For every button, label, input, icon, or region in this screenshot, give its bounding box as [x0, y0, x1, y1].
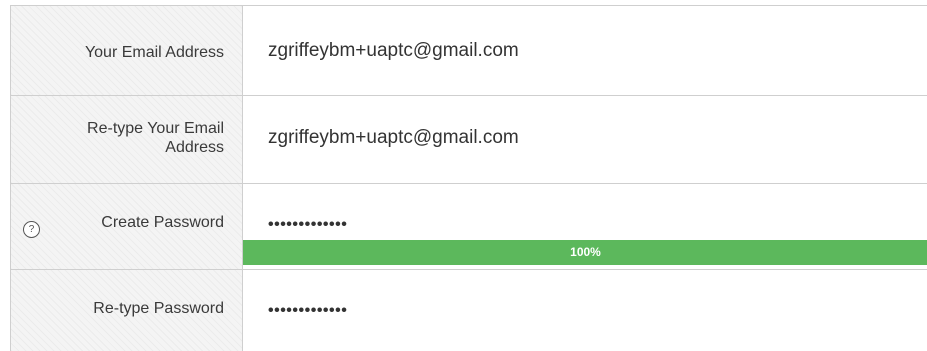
email-field[interactable]: zgriffeybm+uaptc@gmail.com	[243, 6, 927, 95]
retype-password-label-cell: Re-type Password	[11, 270, 243, 351]
retype-email-field[interactable]: zgriffeybm+uaptc@gmail.com	[243, 96, 927, 183]
retype-password-value[interactable]: •••••••••••••	[268, 302, 347, 320]
create-password-label-cell: ? Create Password	[11, 184, 243, 269]
email-label: Your Email Address	[84, 44, 224, 61]
email-label-cell: Your Email Address	[11, 6, 243, 95]
retype-email-label-line2: Address	[165, 139, 224, 156]
retype-email-value[interactable]: zgriffeybm+uaptc@gmail.com	[268, 127, 519, 149]
create-password-row: ? Create Password ••••••••••••• 100%	[11, 184, 927, 270]
password-strength-text: 100%	[570, 245, 601, 259]
email-row: Your Email Address zgriffeybm+uaptc@gmai…	[11, 6, 927, 96]
create-password-field[interactable]: ••••••••••••• 100%	[243, 184, 927, 269]
create-password-value[interactable]: •••••••••••••	[268, 216, 347, 234]
password-strength-bar: 100%	[243, 240, 927, 265]
retype-email-label-cell: Re-type Your Email Address	[11, 96, 243, 183]
retype-email-label-line1: Re-type Your Email	[87, 120, 224, 137]
email-value[interactable]: zgriffeybm+uaptc@gmail.com	[268, 40, 519, 62]
retype-password-label: Re-type Password	[93, 300, 224, 317]
retype-password-row: Re-type Password •••••••••••••	[11, 270, 927, 351]
create-password-label: Create Password	[101, 214, 224, 231]
retype-email-row: Re-type Your Email Address zgriffeybm+ua…	[11, 96, 927, 184]
help-icon[interactable]: ?	[23, 221, 40, 238]
retype-password-field[interactable]: •••••••••••••	[243, 270, 927, 351]
registration-form: Your Email Address zgriffeybm+uaptc@gmai…	[10, 5, 927, 351]
